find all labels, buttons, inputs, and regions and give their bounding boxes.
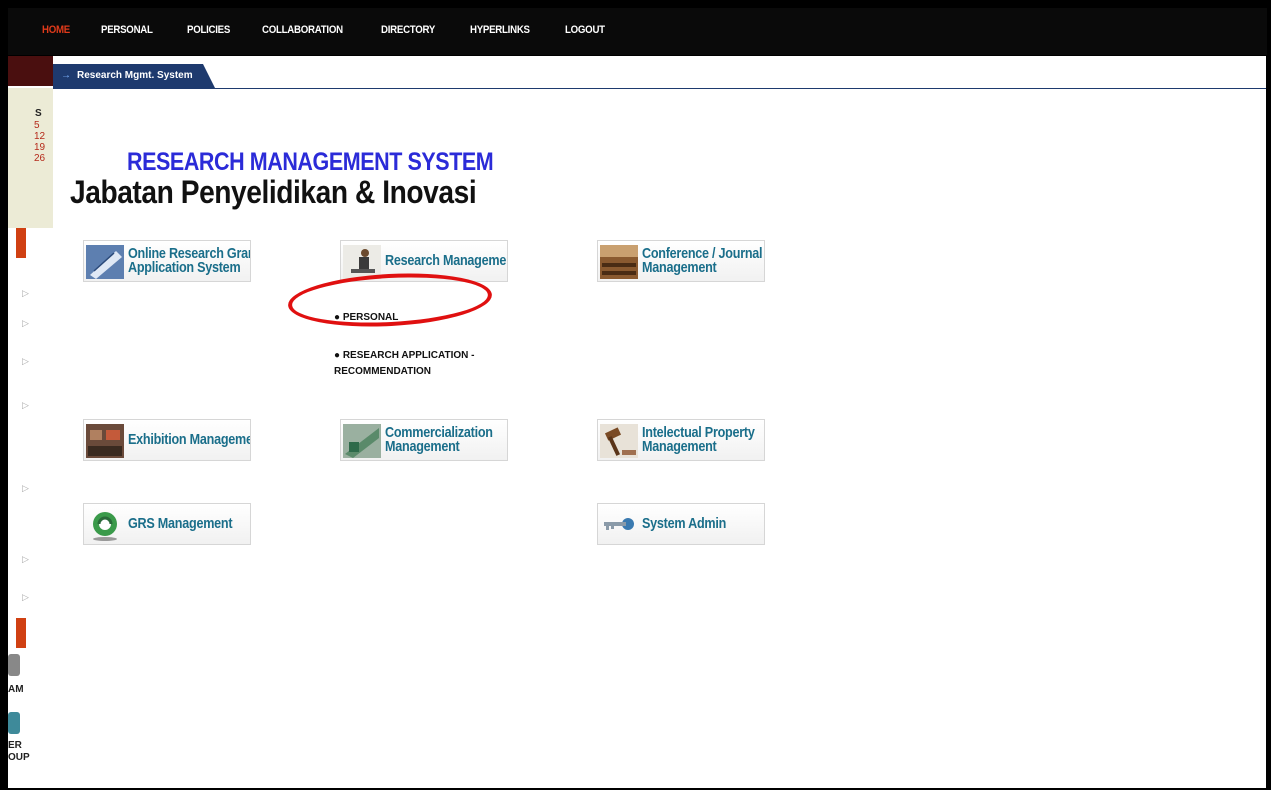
- keys-icon: [604, 518, 634, 530]
- sidebar-arrow-icon[interactable]: ▷: [22, 483, 29, 494]
- tile-grs-management[interactable]: GRS Management: [83, 503, 251, 545]
- tile-commercialization-management[interactable]: Commercialization Management: [340, 419, 508, 461]
- tile-label: Exhibition Management: [128, 431, 251, 448]
- nav-list: HOME PERSONAL POLICIES COLLABORATION DIR…: [42, 24, 637, 36]
- grs-icon: [93, 512, 117, 541]
- conference-hall-icon: [600, 245, 638, 279]
- sidebar-arrow-icon[interactable]: ▷: [22, 318, 29, 329]
- gavel-icon: [600, 424, 638, 458]
- calendar-date[interactable]: 26: [34, 153, 45, 164]
- tile-label: Intelectual Property Management: [642, 424, 755, 455]
- sidebar-text: ER: [8, 740, 22, 751]
- calendar-date[interactable]: 5: [34, 120, 40, 131]
- tile-label: System Admin: [642, 515, 727, 532]
- sidebar-section-marker: [16, 618, 26, 648]
- sidebar-arrow-icon[interactable]: ▷: [22, 400, 29, 411]
- left-sidebar: S 5 12 19 26 ▷ ▷ ▷ ▷ ▷ ▷ ▷ AM ER OUP: [8, 56, 53, 788]
- bullet-icon: ●: [334, 350, 343, 361]
- sidebar-arrow-icon[interactable]: ▷: [22, 592, 29, 603]
- main-content: → Research Mgmt. System RESEARCH MANAGEME…: [53, 56, 1266, 788]
- sidebar-text: AM: [8, 684, 24, 695]
- sidebar-arrow-icon[interactable]: ▷: [22, 554, 29, 565]
- exhibition-icon: [86, 424, 124, 458]
- nav-hyperlinks[interactable]: HYPERLINKS: [470, 24, 530, 36]
- calendar-widget: S 5 12 19 26: [8, 88, 53, 228]
- sidebar-header-bar: [8, 56, 53, 86]
- commercialization-icon: [343, 424, 381, 458]
- sidebar-text: OUP: [8, 752, 30, 763]
- nav-logout[interactable]: LOGOUT: [565, 24, 605, 36]
- nav-personal[interactable]: PERSONAL: [101, 24, 153, 36]
- nav-directory[interactable]: DIRECTORY: [381, 24, 435, 36]
- page-title: RESEARCH MANAGEMENT SYSTEM: [127, 148, 494, 176]
- calendar-day-header: S: [35, 108, 42, 119]
- page-subtitle: Jabatan Penyelidikan & Inovasi: [70, 174, 477, 210]
- highlight-annotation: [286, 268, 494, 332]
- tile-label: Research Management: [385, 252, 508, 269]
- tile-label: Online Research Grant Application System: [128, 245, 251, 276]
- nav-home[interactable]: HOME: [42, 24, 70, 36]
- tile-system-admin[interactable]: System Admin: [597, 503, 765, 545]
- sidebar-logo-icon[interactable]: [8, 654, 20, 676]
- nav-collaboration[interactable]: COLLABORATION: [262, 24, 343, 36]
- arrow-right-icon: →: [61, 70, 71, 81]
- menu-item-research-application[interactable]: ● RESEARCH APPLICATION - RECOMMENDATION: [334, 348, 475, 380]
- tile-online-research-grant[interactable]: Online Research Grant Application System: [83, 240, 251, 282]
- tile-label: Conference / Journal Management: [642, 245, 763, 276]
- sidebar-arrow-icon[interactable]: ▷: [22, 288, 29, 299]
- tile-conference-journal[interactable]: Conference / Journal Management: [597, 240, 765, 282]
- tile-label: Commercialization Management: [385, 424, 493, 455]
- sidebar-logo-icon[interactable]: [8, 712, 20, 734]
- sidebar-section-marker: [16, 228, 26, 258]
- tab-bar: → Research Mgmt. System: [53, 64, 1266, 89]
- tile-label: GRS Management: [128, 515, 233, 532]
- nav-policies[interactable]: POLICIES: [187, 24, 230, 36]
- research-paper-icon: [86, 245, 124, 279]
- tile-intelectual-property[interactable]: Intelectual Property Management: [597, 419, 765, 461]
- calendar-date[interactable]: 19: [34, 142, 45, 153]
- calendar-date[interactable]: 12: [34, 131, 45, 142]
- sidebar-arrow-icon[interactable]: ▷: [22, 356, 29, 367]
- tab-research-mgmt[interactable]: → Research Mgmt. System: [53, 64, 215, 88]
- tile-exhibition-management[interactable]: Exhibition Management: [83, 419, 251, 461]
- tab-label: Research Mgmt. System: [77, 70, 193, 81]
- top-navigation: HOME PERSONAL POLICIES COLLABORATION DIR…: [8, 8, 1267, 55]
